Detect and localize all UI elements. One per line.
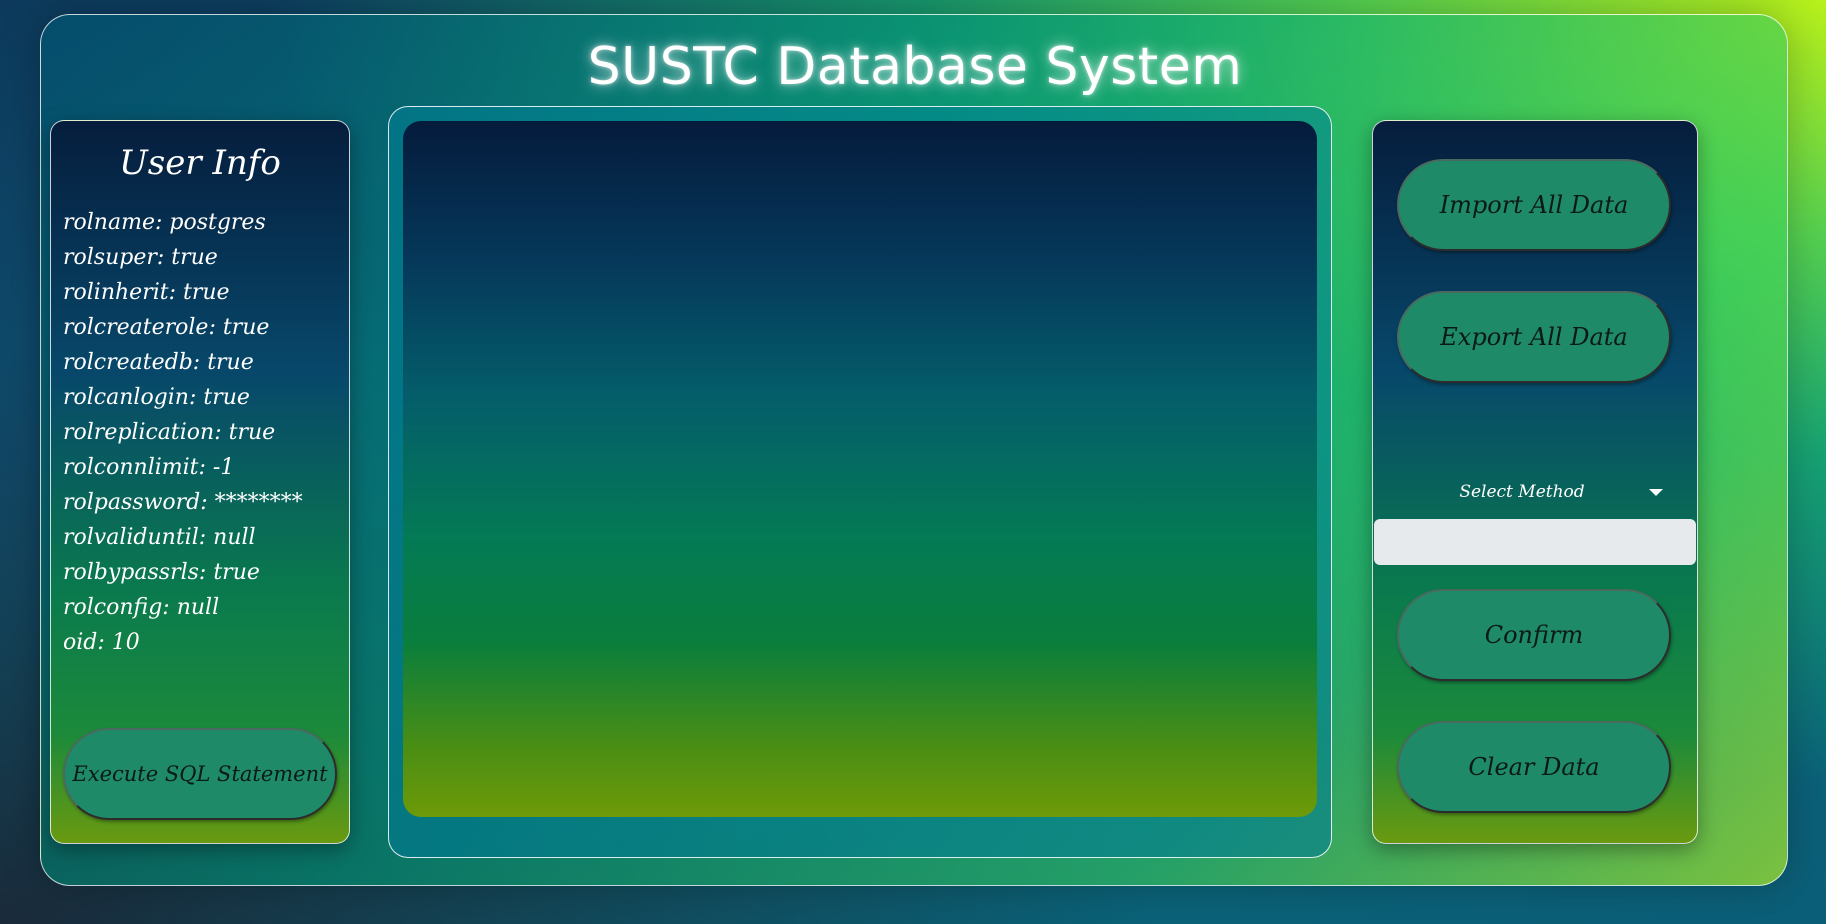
user-info-panel: User Info rolname: postgres rolsuper: tr… xyxy=(50,120,350,844)
user-info-field: rolinherit: true xyxy=(63,280,230,305)
user-info-field: rolreplication: true xyxy=(63,420,276,445)
user-info-field: rolbypassrls: true xyxy=(63,560,260,585)
page-title: SUSTC Database System xyxy=(587,37,1243,97)
export-all-data-button[interactable]: Export All Data xyxy=(1397,291,1671,383)
select-method-label: Select Method xyxy=(1459,482,1585,502)
select-method-dropdown[interactable]: Select Method xyxy=(1373,477,1697,507)
actions-panel: Import All Data Export All Data Select M… xyxy=(1372,120,1698,844)
user-info-field: rolcreaterole: true xyxy=(63,315,270,340)
user-info-title: User Info xyxy=(119,143,281,183)
chevron-down-icon xyxy=(1649,489,1663,496)
execute-sql-button[interactable]: Execute SQL Statement xyxy=(63,728,337,820)
user-info-field: rolcanlogin: true xyxy=(63,385,250,410)
result-display-area[interactable] xyxy=(403,121,1317,817)
result-panel xyxy=(388,106,1332,858)
user-info-field: rolconnlimit: -1 xyxy=(63,455,235,480)
confirm-button[interactable]: Confirm xyxy=(1397,589,1671,681)
clear-data-button[interactable]: Clear Data xyxy=(1397,721,1671,813)
user-info-field: rolcreatedb: true xyxy=(63,350,254,375)
user-info-list: rolname: postgres rolsuper: true rolinhe… xyxy=(63,205,303,660)
import-all-data-button[interactable]: Import All Data xyxy=(1397,159,1671,251)
user-info-field: rolsuper: true xyxy=(63,245,218,270)
user-info-field: rolpassword: ******** xyxy=(63,490,303,515)
user-info-field: rolname: postgres xyxy=(63,210,266,235)
method-input[interactable] xyxy=(1374,519,1696,565)
user-info-field: rolvaliduntil: null xyxy=(63,525,256,550)
user-info-field: rolconfig: null xyxy=(63,595,220,620)
user-info-field: oid: 10 xyxy=(63,630,140,655)
